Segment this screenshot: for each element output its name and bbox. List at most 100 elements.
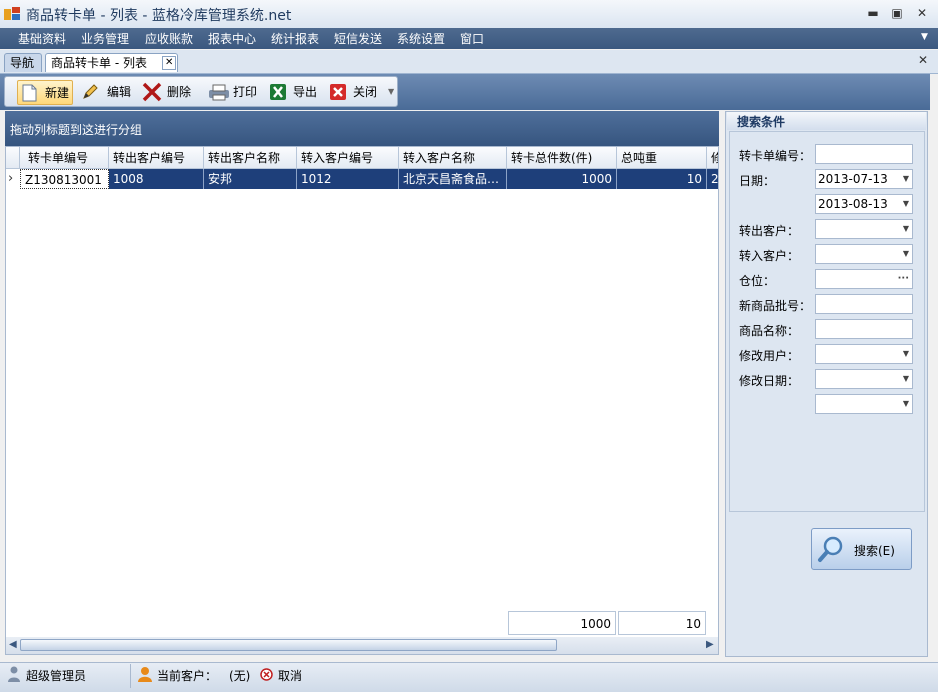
modify-date-from-picker[interactable]: ▼ bbox=[815, 369, 913, 389]
close-red-icon bbox=[330, 84, 346, 100]
column-header-from-customer-no[interactable]: 转出客户编号 bbox=[109, 147, 204, 169]
window-title: 商品转卡单 - 列表 - 蓝格冷库管理系统.net bbox=[26, 8, 292, 24]
cancel-customer-link[interactable]: 取消 bbox=[278, 667, 302, 684]
chevron-down-icon: ▼ bbox=[902, 249, 909, 258]
menu-overflow-icon[interactable]: ▼ bbox=[921, 32, 928, 42]
customer-icon bbox=[138, 667, 152, 682]
menu-settings[interactable]: 系统设置 bbox=[397, 30, 445, 47]
maximize-button[interactable]: ▣ bbox=[887, 5, 907, 21]
column-header-modify[interactable]: 修 bbox=[707, 147, 718, 169]
scroll-left-icon[interactable]: ◀ bbox=[9, 639, 17, 650]
search-button[interactable]: 搜索(E) bbox=[811, 528, 912, 570]
to-customer-select[interactable]: ▼ bbox=[815, 244, 913, 264]
cancel-icon[interactable] bbox=[260, 668, 273, 681]
column-header-from-customer-name[interactable]: 转出客户名称 bbox=[204, 147, 297, 169]
cell-modify[interactable]: 20 bbox=[707, 169, 718, 189]
excel-export-icon bbox=[270, 84, 286, 100]
data-grid: 转卡单编号 转出客户编号 转出客户名称 转入客户编号 转入客户名称 转卡总件数(… bbox=[5, 146, 719, 655]
chevron-down-icon: ▼ bbox=[902, 349, 909, 358]
to-customer-label: 转入客户： bbox=[739, 249, 800, 263]
delete-x-icon bbox=[142, 82, 162, 102]
date-to-picker[interactable]: 2013-08-13 ▼ bbox=[815, 194, 913, 214]
modify-user-label: 修改用户： bbox=[739, 349, 800, 363]
row-indicator-header bbox=[6, 147, 20, 169]
product-name-label: 商品名称： bbox=[739, 324, 800, 338]
tab-navigation[interactable]: 导航 bbox=[4, 53, 42, 72]
column-header-to-customer-no[interactable]: 转入客户编号 bbox=[297, 147, 399, 169]
date-from-picker[interactable]: 2013-07-13 ▼ bbox=[815, 169, 913, 189]
current-customer-label: 当前客户： bbox=[157, 669, 218, 683]
new-button-label: 新建 bbox=[45, 86, 70, 100]
edit-button[interactable]: 编辑 bbox=[79, 80, 135, 104]
search-panel-title: 搜索条件 bbox=[737, 115, 786, 129]
tab-close-icon[interactable]: ✕ bbox=[162, 56, 177, 70]
chevron-down-icon: ▼ bbox=[902, 374, 909, 383]
modify-date-label: 修改日期： bbox=[739, 374, 800, 388]
tab-transfer-card-list[interactable]: 商品转卡单 - 列表 ✕ bbox=[45, 53, 178, 72]
column-header-card-no[interactable]: 转卡单编号 bbox=[20, 147, 109, 169]
cell-from-customer-no[interactable]: 1008 bbox=[109, 169, 204, 189]
close-all-tabs-icon[interactable]: ✕ bbox=[918, 53, 928, 67]
chevron-down-icon: ▼ bbox=[902, 399, 909, 408]
card-no-label: 转卡单编号： bbox=[739, 149, 812, 163]
from-customer-select[interactable]: ▼ bbox=[815, 219, 913, 239]
menu-window[interactable]: 窗口 bbox=[460, 30, 484, 47]
column-header-to-customer-name[interactable]: 转入客户名称 bbox=[399, 147, 507, 169]
cell-to-customer-no[interactable]: 1012 bbox=[297, 169, 399, 189]
delete-button[interactable]: 删除 bbox=[139, 80, 195, 104]
export-button[interactable]: 导出 bbox=[267, 80, 321, 104]
user-icon bbox=[8, 666, 20, 682]
cell-card-no[interactable]: Z130813001 bbox=[20, 169, 109, 189]
status-user: 超级管理员 bbox=[26, 669, 87, 683]
menu-business[interactable]: 业务管理 bbox=[81, 30, 129, 47]
menu-receivables[interactable]: 应收账款 bbox=[145, 30, 193, 47]
location-picker[interactable]: ··· bbox=[815, 269, 913, 289]
date-label: 日期： bbox=[739, 174, 776, 188]
status-divider bbox=[130, 664, 131, 688]
product-name-input[interactable] bbox=[815, 319, 913, 339]
pencil-icon bbox=[83, 84, 98, 99]
menu-basic-data[interactable]: 基础资料 bbox=[18, 30, 66, 47]
delete-button-label: 删除 bbox=[167, 85, 192, 99]
menu-statistics[interactable]: 统计报表 bbox=[271, 30, 319, 47]
minimize-button[interactable]: ▬ bbox=[863, 5, 883, 21]
column-header-total-weight[interactable]: 总吨重 bbox=[617, 147, 707, 169]
new-button[interactable]: 新建 bbox=[17, 80, 73, 105]
chevron-down-icon: ▼ bbox=[902, 174, 909, 183]
ellipsis-icon[interactable]: ··· bbox=[898, 270, 909, 288]
scrollbar-thumb[interactable] bbox=[20, 639, 557, 651]
cell-total-weight[interactable]: 10 bbox=[617, 169, 707, 189]
menu-bar: 基础资料 业务管理 应收账款 报表中心 统计报表 短信发送 系统设置 窗口 ▼ bbox=[0, 28, 938, 49]
toolbar: 新建 编辑 删除 打印 导出 关闭 ▼ bbox=[4, 76, 398, 107]
print-button-label: 打印 bbox=[233, 85, 258, 99]
modify-date-to-picker[interactable]: ▼ bbox=[815, 394, 913, 414]
cell-from-customer-name[interactable]: 安邦 bbox=[204, 169, 297, 189]
column-header-total-pieces[interactable]: 转卡总件数(件) bbox=[507, 147, 617, 169]
cell-total-pieces[interactable]: 1000 bbox=[507, 169, 617, 189]
printer-icon bbox=[209, 84, 229, 101]
horizontal-scrollbar[interactable]: ◀ ▶ bbox=[6, 637, 718, 654]
card-no-input[interactable] bbox=[815, 144, 913, 164]
location-label: 仓位： bbox=[739, 274, 776, 288]
menu-sms[interactable]: 短信发送 bbox=[334, 30, 382, 47]
row-indicator-icon: › bbox=[8, 171, 14, 186]
print-button[interactable]: 打印 bbox=[205, 80, 263, 104]
cell-to-customer-name[interactable]: 北京天昌斋食品… bbox=[399, 169, 507, 189]
tab-transfer-card-list-label: 商品转卡单 - 列表 bbox=[51, 56, 147, 70]
scroll-right-icon[interactable]: ▶ bbox=[706, 639, 714, 650]
footer-total-weight: 10 bbox=[618, 611, 706, 635]
close-button[interactable]: 关闭 bbox=[327, 80, 383, 104]
app-icon bbox=[4, 7, 20, 20]
new-batch-input[interactable] bbox=[815, 294, 913, 314]
chevron-down-icon: ▼ bbox=[902, 199, 909, 208]
current-customer-value: (无) bbox=[229, 669, 251, 683]
search-button-label: 搜索(E) bbox=[854, 544, 895, 558]
menu-reports[interactable]: 报表中心 bbox=[208, 30, 256, 47]
new-batch-label: 新商品批号： bbox=[739, 299, 812, 313]
toolbar-overflow-icon[interactable]: ▼ bbox=[388, 87, 394, 96]
modify-user-select[interactable]: ▼ bbox=[815, 344, 913, 364]
close-window-button[interactable]: ✕ bbox=[912, 5, 932, 21]
footer-total-pieces: 1000 bbox=[508, 611, 616, 635]
document-tab-strip: 导航 商品转卡单 - 列表 ✕ ✕ bbox=[0, 50, 938, 74]
chevron-down-icon: ▼ bbox=[902, 224, 909, 233]
